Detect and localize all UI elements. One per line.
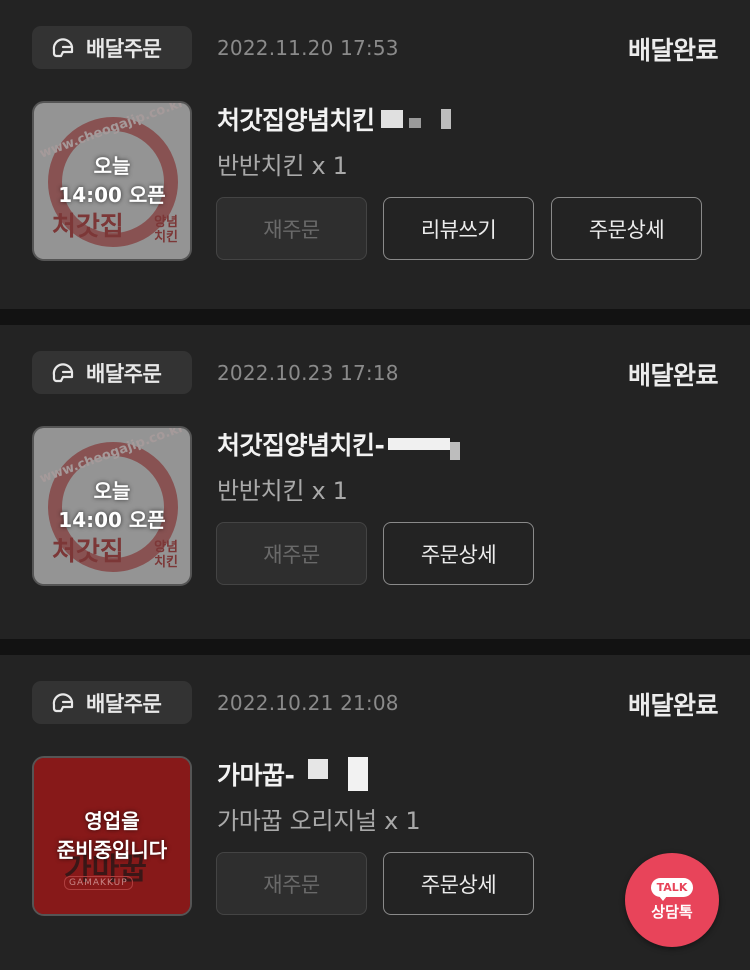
store-hours-overlay: 오늘 14:00 오픈: [34, 428, 190, 584]
order-type-chip: 배달주문: [32, 351, 192, 394]
store-name[interactable]: 처갓집양념치킨-: [217, 426, 461, 462]
store-name[interactable]: 가마꿉-: [217, 756, 369, 792]
scooter-helmet-icon: [52, 362, 74, 382]
order-type-label: 배달주문: [86, 36, 162, 61]
order-date: 2022.10.21 21:08: [217, 691, 399, 715]
order-status: 배달완료: [627, 361, 719, 390]
reorder-button[interactable]: 재주문: [216, 522, 367, 585]
redacted-block: [348, 757, 369, 791]
overlay-line-1: 오늘: [93, 154, 131, 178]
talk-bubble-icon: TALK: [650, 878, 694, 901]
store-name-text: 가마꿉-: [217, 761, 295, 790]
order-card: 배달주문 2022.10.23 17:18 배달완료 www.cheogajip…: [0, 325, 750, 639]
order-card: 배달주문 2022.11.20 17:53 배달완료 www.cheogajip…: [0, 0, 750, 309]
redacted-block: [450, 442, 461, 460]
order-type-chip: 배달주문: [32, 681, 192, 724]
order-type-label: 배달주문: [86, 691, 162, 716]
store-thumbnail[interactable]: 가마꿉 GAMAKKUP 영업을 준비중입니다: [32, 756, 192, 916]
redacted-block: [380, 110, 403, 128]
order-type-label: 배달주문: [86, 361, 162, 386]
store-name-text: 처갓집양념치킨: [217, 106, 375, 135]
order-status: 배달완료: [627, 36, 719, 65]
redacted-block: [388, 438, 451, 450]
overlay-line-1: 영업을: [84, 809, 140, 833]
scooter-helmet-icon: [52, 37, 74, 57]
store-thumbnail[interactable]: www.cheogajip.co.kr 처갓집 양념 치킨 오늘 14:00 오픈: [32, 101, 192, 261]
order-date: 2022.10.23 17:18: [217, 361, 399, 385]
store-name[interactable]: 처갓집양념치킨: [217, 101, 451, 137]
order-item: 반반치킨 x 1: [217, 477, 348, 505]
order-status: 배달완료: [627, 691, 719, 720]
write-review-button[interactable]: 리뷰쓰기: [383, 197, 534, 260]
talk-chat-button[interactable]: TALK 상담톡: [625, 853, 719, 947]
redacted-block: [408, 118, 421, 128]
overlay-line-2: 준비중입니다: [56, 838, 168, 862]
reorder-button[interactable]: 재주문: [216, 852, 367, 915]
redacted-block: [308, 759, 329, 779]
store-hours-overlay: 영업을 준비중입니다: [34, 758, 190, 914]
overlay-line-2: 14:00 오픈: [58, 508, 166, 532]
order-detail-button[interactable]: 주문상세: [383, 852, 534, 915]
order-detail-button[interactable]: 주문상세: [383, 522, 534, 585]
store-name-text: 처갓집양념치킨-: [217, 431, 385, 460]
order-type-chip: 배달주문: [32, 26, 192, 69]
order-date: 2022.11.20 17:53: [217, 36, 399, 60]
overlay-line-2: 14:00 오픈: [58, 183, 166, 207]
order-item: 반반치킨 x 1: [217, 152, 348, 180]
order-detail-button[interactable]: 주문상세: [551, 197, 702, 260]
store-thumbnail[interactable]: www.cheogajip.co.kr 처갓집 양념 치킨 오늘 14:00 오픈: [32, 426, 192, 586]
reorder-button[interactable]: 재주문: [216, 197, 367, 260]
overlay-line-1: 오늘: [93, 479, 131, 503]
scooter-helmet-icon: [52, 692, 74, 712]
redacted-block: [440, 109, 451, 129]
talk-label: 상담톡: [651, 903, 693, 921]
order-item: 가마꿉 오리지널 x 1: [217, 807, 421, 835]
store-hours-overlay: 오늘 14:00 오픈: [34, 103, 190, 259]
